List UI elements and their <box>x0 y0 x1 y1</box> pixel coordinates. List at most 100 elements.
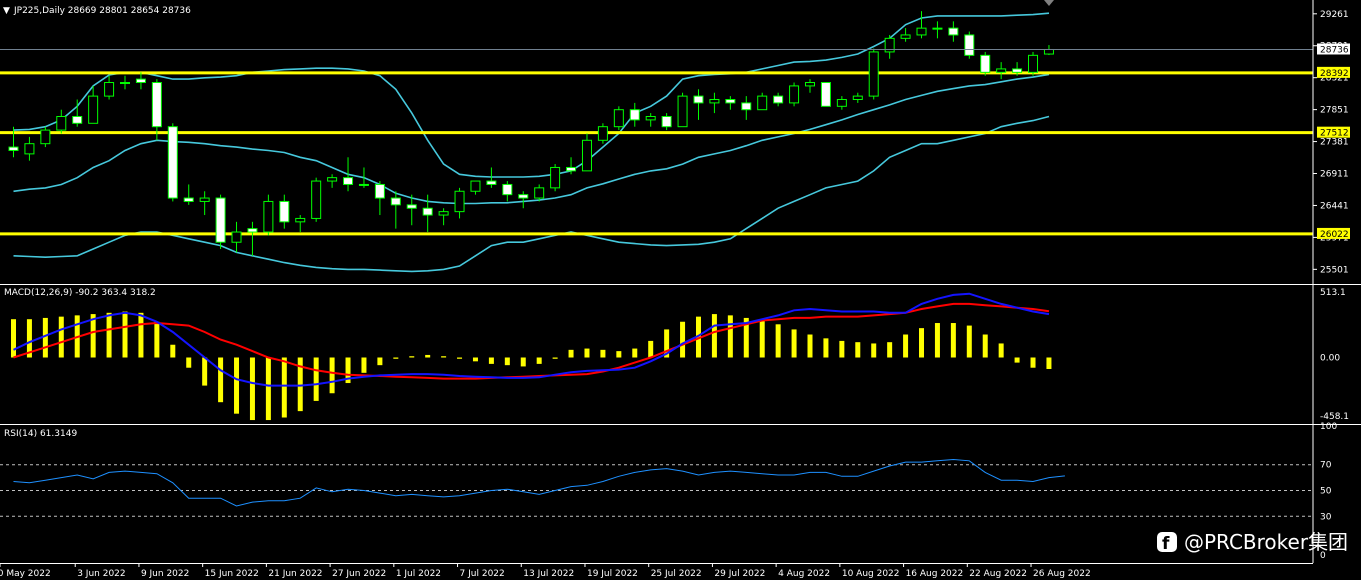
candle-body <box>390 197 401 206</box>
time-tick-label: 9 Jun 2022 <box>141 569 189 579</box>
macd-histogram-bar <box>823 338 829 358</box>
macd-histogram-bar <box>871 343 877 358</box>
macd-histogram-bar <box>313 357 319 401</box>
chart-background <box>0 0 1361 580</box>
price-tick-label: 26911 <box>1320 170 1349 180</box>
macd-histogram-bar <box>632 348 638 358</box>
macd-tick-label: -458.1 <box>1320 412 1349 422</box>
macd-histogram-bar <box>1030 357 1036 368</box>
candle-body <box>104 82 115 97</box>
macd-histogram-bar <box>775 324 781 358</box>
candle-body <box>932 27 943 30</box>
candle-body <box>613 109 624 128</box>
macd-histogram-bar <box>855 342 861 358</box>
level-price-label: 26022 <box>1320 230 1349 240</box>
candle-body <box>183 197 194 202</box>
candle-body <box>358 183 369 186</box>
macd-histogram-bar <box>138 312 144 358</box>
time-tick-label: 19 Jul 2022 <box>587 569 638 579</box>
candle-body <box>88 95 99 124</box>
price-caption: JP225,Daily 28669 28801 28654 28736 <box>13 6 191 16</box>
macd-histogram-bar <box>1014 357 1020 363</box>
candle-body <box>709 99 720 104</box>
candle-body <box>868 51 879 97</box>
macd-histogram-bar <box>887 342 893 358</box>
menu-triangle[interactable]: ▼ <box>3 6 10 16</box>
candle-body <box>900 34 911 39</box>
time-tick-label: 16 Aug 2022 <box>906 569 964 579</box>
time-tick-label: 27 Jun 2022 <box>332 569 386 579</box>
level-price-label: 28392 <box>1320 69 1349 79</box>
watermark-text: @PRCBroker集团 <box>1184 530 1348 554</box>
candle-body <box>852 95 863 101</box>
time-tick-label: 7 Jul 2022 <box>460 569 505 579</box>
macd-histogram-bar <box>919 328 925 358</box>
candle-body <box>820 82 831 107</box>
candle-body <box>454 190 465 213</box>
candle-body <box>486 180 497 185</box>
macd-histogram-bar <box>568 349 574 358</box>
macd-histogram-bar <box>711 314 717 358</box>
candle-body <box>120 82 131 85</box>
macd-histogram-bar <box>998 343 1004 358</box>
rsi-tick-label: 70 <box>1320 461 1332 471</box>
facebook-icon-glyph: f <box>1162 534 1170 554</box>
macd-histogram-bar <box>377 357 383 366</box>
macd-histogram-bar <box>616 351 622 358</box>
candle-body <box>581 139 592 172</box>
macd-histogram-bar <box>504 357 510 366</box>
macd-histogram-bar <box>58 316 64 358</box>
time-tick-label: 21 Jun 2022 <box>268 569 322 579</box>
candle-body <box>1043 48 1054 55</box>
trading-chart[interactable]: ▼ JP225,Daily 28669 28801 28654 28736 MA… <box>0 0 1361 580</box>
candle-body <box>916 27 927 36</box>
rsi-tick-label: 30 <box>1320 512 1332 522</box>
candle-body <box>343 177 354 185</box>
time-tick-label: 4 Aug 2022 <box>778 569 830 579</box>
candle-body <box>836 99 847 107</box>
candle-body <box>980 54 991 73</box>
candle-body <box>502 183 513 196</box>
candle-body <box>645 115 656 121</box>
macd-histogram-bar <box>648 340 654 358</box>
candle-body <box>566 166 577 172</box>
candle-body <box>661 115 672 128</box>
candle-body <box>693 95 704 104</box>
candle-body <box>597 126 608 141</box>
price-tick-label: 29261 <box>1320 10 1349 20</box>
macd-histogram-bar <box>393 357 399 359</box>
rsi-caption: RSI(14) 61.3149 <box>4 429 77 439</box>
watermark: f @PRCBroker集团 <box>1157 530 1348 554</box>
macd-histogram-bar <box>950 323 956 358</box>
macd-histogram-bar <box>425 354 431 358</box>
macd-histogram-bar <box>727 315 733 358</box>
candle-body <box>422 207 433 216</box>
candle-body <box>805 82 815 87</box>
macd-histogram-bar <box>441 356 447 358</box>
candle-body <box>470 180 481 192</box>
macd-histogram-bar <box>249 357 255 421</box>
time-tick-label: 25 Jul 2022 <box>651 569 702 579</box>
time-tick-label: 10 Aug 2022 <box>842 569 900 579</box>
macd-histogram-bar <box>281 357 287 418</box>
macd-histogram-bar <box>488 357 494 364</box>
macd-tick-label: 513.1 <box>1320 288 1346 298</box>
candle-body <box>311 180 322 219</box>
macd-histogram-bar <box>329 357 335 394</box>
macd-histogram-bar <box>361 357 367 373</box>
macd-histogram-bar <box>218 357 224 403</box>
macd-histogram-bar <box>11 319 16 358</box>
candle-body <box>24 143 35 155</box>
macd-histogram-bar <box>934 323 940 358</box>
macd-histogram-bar <box>791 329 797 358</box>
candle-body <box>231 231 242 243</box>
candle-body <box>773 95 784 104</box>
macd-histogram-bar <box>839 340 845 358</box>
candle-body <box>279 200 290 223</box>
time-tick-label: 30 May 2022 <box>0 569 51 579</box>
macd-histogram-bar <box>122 311 128 358</box>
macd-histogram-bar <box>409 356 415 358</box>
macd-histogram-bar <box>457 357 463 359</box>
candle-body <box>996 68 1007 73</box>
macd-histogram-bar <box>186 357 192 368</box>
